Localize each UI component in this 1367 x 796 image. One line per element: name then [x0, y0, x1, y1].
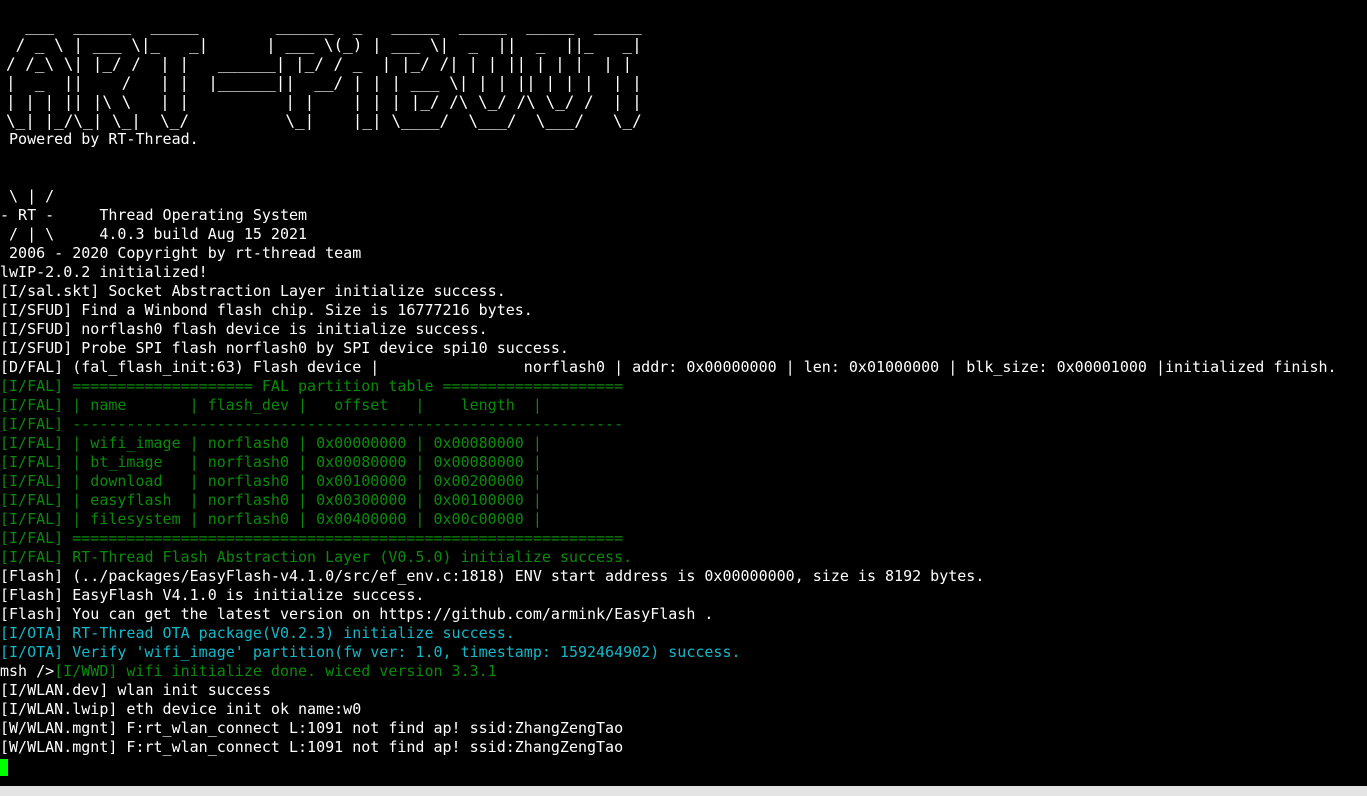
- terminal-line: [I/WLAN.lwip] eth device init ok name:w0: [0, 700, 361, 719]
- terminal-line-text: [I/WLAN.dev] wlan init success: [0, 681, 271, 699]
- terminal-line-text: [I/FAL] | easyflash | norflash0 | 0x0030…: [0, 491, 542, 509]
- terminal-line: [Flash] (../packages/EasyFlash-v4.1.0/sr…: [0, 567, 984, 586]
- terminal-line-text: - RT - Thread Operating System: [0, 206, 308, 224]
- terminal-line: msh />[I/WWD] wifi initialize done. wice…: [0, 662, 497, 681]
- terminal-line: [I/FAL] | wifi_image | norflash0 | 0x000…: [0, 434, 542, 453]
- terminal-line: [I/FAL] | name | flash_dev | offset | le…: [0, 396, 542, 415]
- terminal-line-text: [W/WLAN.mgnt] F:rt_wlan_connect L:1091 n…: [0, 719, 624, 737]
- terminal-line: [I/OTA] Verify 'wifi_image' partition(fw…: [0, 643, 741, 662]
- terminal-line-text: [I/FAL] ==================== FAL partiti…: [0, 377, 624, 395]
- terminal-line: / | \ 4.0.3 build Aug 15 2021: [0, 225, 307, 244]
- terminal-line: [I/FAL] | filesystem | norflash0 | 0x004…: [0, 510, 542, 529]
- terminal-line: [Flash] You can get the latest version o…: [0, 605, 713, 624]
- terminal-line-text: [Flash] (../packages/EasyFlash-v4.1.0/sr…: [0, 567, 985, 585]
- terminal-line: [I/OTA] RT-Thread OTA package(V0.2.3) in…: [0, 624, 515, 643]
- terminal-line-text: [I/FAL] RT-Thread Flash Abstraction Laye…: [0, 548, 633, 566]
- terminal-line: Powered by RT-Thread.: [0, 130, 199, 149]
- terminal-line-text: [I/OTA] RT-Thread OTA package(V0.2.3) in…: [0, 624, 515, 642]
- terminal-line-text: 2006 - 2020 Copyright by rt-thread team: [0, 244, 362, 262]
- terminal-cursor: [0, 759, 8, 776]
- terminal-window[interactable]: ___ ______ _____ ______ _ _____ _____ __…: [0, 0, 1367, 786]
- terminal-line: [I/FAL] ==================== FAL partiti…: [0, 377, 623, 396]
- terminal-line-text: [W/WLAN.mgnt] F:rt_wlan_connect L:1091 n…: [0, 738, 624, 756]
- shell-prompt: msh />: [0, 662, 55, 680]
- terminal-line: \ | /: [0, 187, 54, 206]
- terminal-line-text: [I/FAL] | download | norflash0 | 0x00100…: [0, 472, 542, 490]
- terminal-line: [I/FAL] --------------------------------…: [0, 415, 623, 434]
- terminal-line-text: [D/FAL] (fal_flash_init:63) Flash device…: [0, 358, 1337, 376]
- terminal-line: [W/WLAN.mgnt] F:rt_wlan_connect L:1091 n…: [0, 738, 623, 757]
- terminal-line-text: [I/FAL] --------------------------------…: [0, 415, 624, 433]
- ascii-banner: ___ ______ _____ ______ _ _____ _____ __…: [6, 16, 642, 130]
- terminal-line: [I/WLAN.dev] wlan init success: [0, 681, 271, 700]
- terminal-line: - RT - Thread Operating System: [0, 206, 307, 225]
- terminal-line: [I/SFUD] Probe SPI flash norflash0 by SP…: [0, 339, 569, 358]
- terminal-line-text: [I/FAL] | bt_image | norflash0 | 0x00080…: [0, 453, 542, 471]
- terminal-line: [W/WLAN.mgnt] F:rt_wlan_connect L:1091 n…: [0, 719, 623, 738]
- terminal-line-text: [I/WWD] wifi initialize done. wiced vers…: [54, 662, 497, 680]
- terminal-line: [I/FAL] ================================…: [0, 529, 623, 548]
- terminal-line-text: [I/SFUD] Find a Winbond flash chip. Size…: [0, 301, 533, 319]
- terminal-line-text: [I/OTA] Verify 'wifi_image' partition(fw…: [0, 643, 741, 661]
- status-bar: [0, 786, 1367, 796]
- terminal-line-text: [I/FAL] | filesystem | norflash0 | 0x004…: [0, 510, 542, 528]
- terminal-line-text: \ | /: [0, 187, 55, 205]
- terminal-line-text: [Flash] EasyFlash V4.1.0 is initialize s…: [0, 586, 425, 604]
- terminal-line: [I/sal.skt] Socket Abstraction Layer ini…: [0, 282, 506, 301]
- terminal-line-text: Powered by RT-Thread.: [0, 130, 199, 148]
- terminal-line: [I/SFUD] norflash0 flash device is initi…: [0, 320, 488, 339]
- terminal-line-text: [I/FAL] | wifi_image | norflash0 | 0x000…: [0, 434, 542, 452]
- terminal-line: [D/FAL] (fal_flash_init:63) Flash device…: [0, 358, 1337, 377]
- terminal-line-text: [I/SFUD] Probe SPI flash norflash0 by SP…: [0, 339, 569, 357]
- terminal-line-text: / | \ 4.0.3 build Aug 15 2021: [0, 225, 308, 243]
- terminal-line: [I/SFUD] Find a Winbond flash chip. Size…: [0, 301, 533, 320]
- terminal-line: [I/FAL] RT-Thread Flash Abstraction Laye…: [0, 548, 632, 567]
- terminal-line-text: [I/WLAN.lwip] eth device init ok name:w0: [0, 700, 362, 718]
- terminal-line: [Flash] EasyFlash V4.1.0 is initialize s…: [0, 586, 424, 605]
- terminal-line: [I/FAL] | bt_image | norflash0 | 0x00080…: [0, 453, 542, 472]
- terminal-line: [I/FAL] | easyflash | norflash0 | 0x0030…: [0, 491, 542, 510]
- terminal-line: [I/FAL] | download | norflash0 | 0x00100…: [0, 472, 542, 491]
- terminal-line-text: [I/sal.skt] Socket Abstraction Layer ini…: [0, 282, 506, 300]
- terminal-line-text: [I/FAL] | name | flash_dev | offset | le…: [0, 396, 542, 414]
- terminal-line-text: [Flash] You can get the latest version o…: [0, 605, 714, 623]
- terminal-line-text: lwIP-2.0.2 initialized!: [0, 263, 208, 281]
- terminal-line: lwIP-2.0.2 initialized!: [0, 263, 208, 282]
- terminal-line-text: [I/FAL] ================================…: [0, 529, 624, 547]
- terminal-line: 2006 - 2020 Copyright by rt-thread team: [0, 244, 361, 263]
- terminal-line-text: [I/SFUD] norflash0 flash device is initi…: [0, 320, 488, 338]
